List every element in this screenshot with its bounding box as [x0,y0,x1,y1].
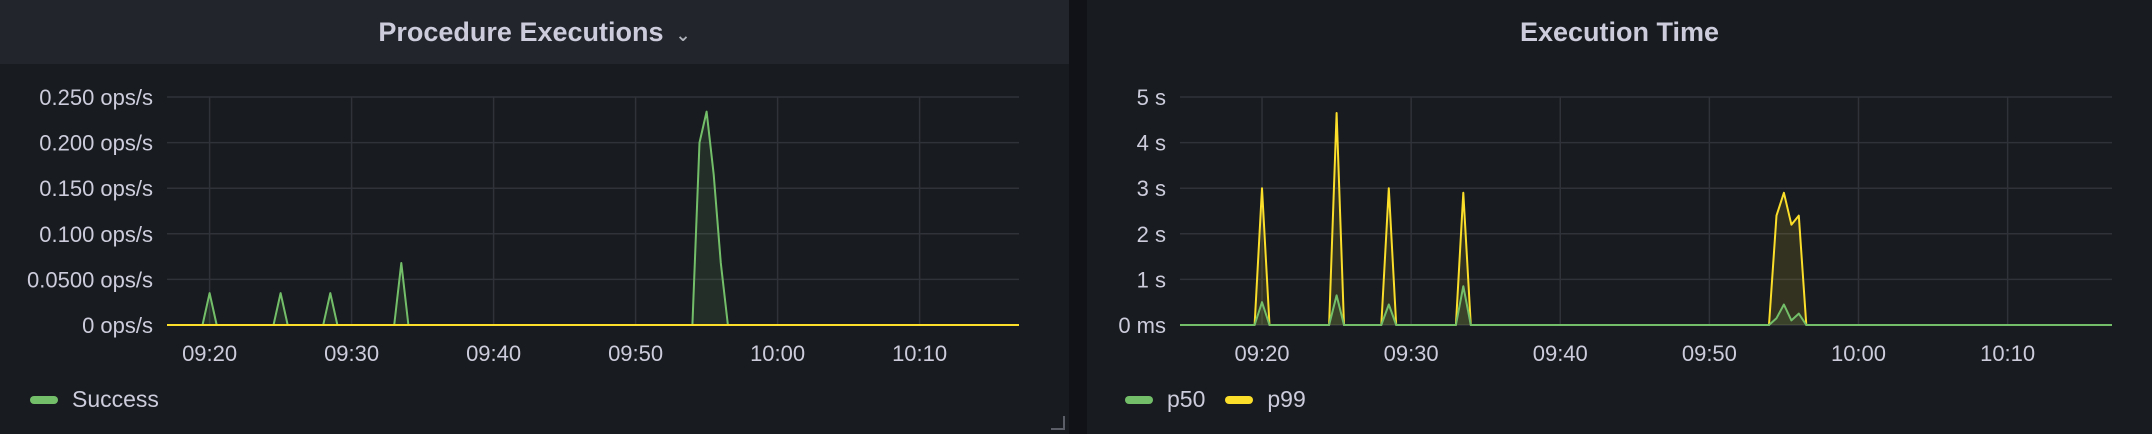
x-tick-label: 10:00 [750,341,805,366]
x-tick-label: 09:50 [608,341,663,366]
x-tick-label: 09:40 [1533,341,1588,366]
y-tick-label: 0 ms [1118,313,1166,338]
y-tick-label: 0.200 ops/s [39,131,153,156]
grid [167,96,1019,326]
y-tick-label: 1 s [1137,267,1166,292]
legend-item-p50[interactable]: p50 [1125,386,1205,413]
y-tick-label: 0.250 ops/s [39,85,153,110]
procedure-executions-chart[interactable]: 0 ops/s 0.0500 ops/s 0.100 ops/s 0.150 ops/… [0,0,1069,370]
success-swatch [30,395,58,404]
series-line-p99 [1180,112,2112,326]
x-tick-label: 10:10 [1980,341,2035,366]
x-tick-label: 09:40 [466,341,521,366]
x-tick-label: 10:10 [892,341,947,366]
legend: Success [30,386,179,413]
x-tick-label: 09:50 [1682,341,1737,366]
y-tick-label: 0.0500 ops/s [27,267,153,292]
legend-item-p99[interactable]: p99 [1225,386,1306,413]
y-tick-label: 0 ops/s [82,313,153,338]
x-tick-label: 10:00 [1831,341,1886,366]
x-tick-label: 09:30 [1384,341,1439,366]
legend-label: Success [72,386,159,412]
series-line-p50 [1180,285,2112,326]
x-tick-label: 09:20 [1234,341,1289,366]
execution-time-chart[interactable]: 0 ms 1 s 2 s 3 s 4 s 5 s 09:20 09:30 09:40 09:50 1… [1087,0,2152,370]
grid [1180,96,2112,326]
x-tick-label: 09:30 [324,341,379,366]
legend-label: p50 [1167,386,1206,412]
legend-label: p99 [1267,386,1306,412]
y-tick-label: 2 s [1137,222,1166,247]
series-area-p99 [1180,113,2112,325]
legend: p50 p99 [1125,386,1326,413]
execution-time-panel: Execution Time 0 ms 1 s2 s3 s4 s5 s 09:20 0… [1087,0,2152,434]
x-tick-label: 09:20 [182,341,237,366]
y-tick-label: 0.150 ops/s [39,176,153,201]
y-tick-label: 3 s [1137,176,1166,201]
legend-item-success[interactable]: Success [30,386,159,413]
series-area-p50 [1180,286,2112,325]
y-tick-label: 5 s [1137,85,1166,110]
series-line-success [167,110,1019,326]
y-tick-label: 0.100 ops/s [39,222,153,247]
y-tick-label: 4 s [1137,131,1166,156]
p99-swatch [1225,395,1254,404]
series-area-success [167,111,1019,325]
p50-swatch [1125,395,1153,404]
resize-handle[interactable] [1051,416,1065,430]
procedure-executions-panel: Procedure Executions ⌄ 0 ops/s 0.0500 ops… [0,0,1069,434]
